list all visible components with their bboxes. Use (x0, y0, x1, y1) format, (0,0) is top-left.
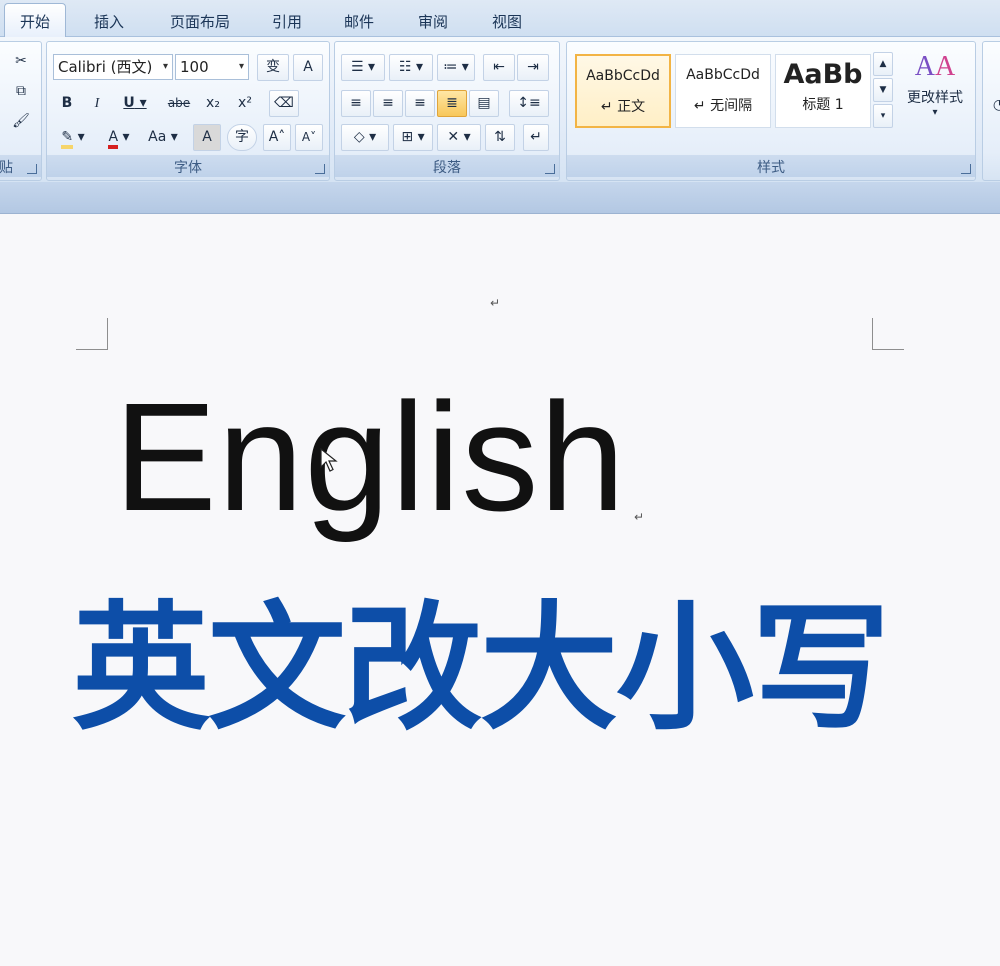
strikethrough-button[interactable]: abe (163, 90, 195, 117)
style-no-spacing-name: ↵ 无间隔 (693, 98, 753, 114)
tab-mailings[interactable]: 邮件 (334, 8, 384, 36)
crop-mark-top-left (76, 318, 108, 350)
highlighter-icon: ✎ (61, 129, 74, 149)
change-case-button[interactable]: Aa ▾ (143, 124, 183, 151)
document-english-text[interactable]: English (114, 380, 626, 534)
character-border-button[interactable]: A (293, 54, 323, 81)
align-left-button[interactable]: ≡ (341, 90, 371, 117)
styles-more-icon[interactable]: ▾ (873, 104, 893, 128)
change-styles-label: 更改样式 (907, 90, 963, 106)
ribbon: ✂ ⧉ 🖌 贴 Calibri (西文) ▾ 100 ▾ 变 A B I U ▾… (0, 37, 1000, 182)
font-size-value: 100 (180, 58, 209, 76)
copy-icon[interactable]: ⧉ (9, 78, 33, 105)
justify-button[interactable]: ≣ (437, 90, 467, 117)
shrink-font-button[interactable]: A˅ (295, 124, 323, 151)
distributed-button[interactable]: ▤ (469, 90, 499, 117)
chevron-down-icon: ▾ (932, 107, 938, 118)
enclose-characters-button[interactable]: 字 (227, 124, 257, 151)
paragraph-mark-icon: ↵ (634, 510, 645, 524)
style-normal-label: 正文 (617, 99, 646, 115)
bold-button[interactable]: B (55, 90, 79, 117)
underline-button[interactable]: U ▾ (115, 90, 155, 117)
style-no-spacing-label: 无间隔 (710, 98, 753, 114)
change-styles-icon: AA (914, 51, 956, 82)
subscript-button[interactable]: x₂ (199, 90, 227, 117)
superscript-button[interactable]: x² (231, 90, 259, 117)
font-size-dropdown[interactable]: 100 ▾ (175, 54, 249, 80)
bullets-button[interactable]: ☰ ▾ (341, 54, 385, 81)
style-heading-1-name: 标题 1 (802, 97, 844, 113)
character-shading-button[interactable]: A (193, 124, 221, 151)
cut-icon[interactable]: ✂ (9, 48, 33, 75)
italic-button[interactable]: I (85, 90, 109, 117)
change-styles-button[interactable]: AA 更改样式 ▾ (899, 50, 971, 140)
headline-overlay-text: 英文改大小写 (72, 588, 890, 749)
decrease-indent-button[interactable]: ⇤ (483, 54, 515, 81)
change-case-label: Aa (148, 129, 167, 145)
tab-review[interactable]: 审阅 (408, 8, 458, 36)
style-normal-name: ↵ 正文 (600, 99, 646, 115)
style-normal[interactable]: AaBbCcDd ↵ 正文 (575, 54, 671, 128)
ribbon-bottom-strip (0, 182, 1000, 214)
paragraph-mark-icon: ↵ (490, 296, 501, 310)
font-group: Calibri (西文) ▾ 100 ▾ 变 A B I U ▾ abe x₂ … (46, 41, 330, 181)
styles-group: AaBbCcDd ↵ 正文 AaBbCcDd ↵ 无间隔 AaBb 标题 1 ▲… (566, 41, 976, 181)
paragraph-group-label: 段落 (335, 155, 559, 177)
style-heading-1-sample: AaBb (783, 59, 863, 90)
mouse-cursor-icon (320, 448, 338, 472)
tab-view[interactable]: 视图 (482, 8, 532, 36)
clipboard-group: ✂ ⧉ 🖌 贴 (0, 41, 42, 181)
shrink-font-label: A (301, 130, 311, 144)
font-launcher-icon[interactable] (315, 164, 325, 174)
align-right-button[interactable]: ≡ (405, 90, 435, 117)
tab-insert[interactable]: 插入 (84, 8, 134, 36)
styles-scroll-down-icon[interactable]: ▼ (873, 78, 893, 102)
grow-font-label: A (268, 129, 279, 145)
font-name-dropdown[interactable]: Calibri (西文) ▾ (53, 54, 173, 80)
styles-group-label: 样式 (567, 155, 975, 177)
format-painter-icon[interactable]: 🖌 (9, 108, 33, 135)
style-no-spacing[interactable]: AaBbCcDd ↵ 无间隔 (675, 54, 771, 128)
phonetic-guide-button[interactable]: 变 (257, 54, 289, 81)
styles-launcher-icon[interactable] (961, 164, 971, 174)
align-center-button[interactable]: ≡ (373, 90, 403, 117)
clipboard-launcher-icon[interactable] (27, 164, 37, 174)
text-highlight-button[interactable]: ✎ ▾ (53, 124, 93, 151)
underline-label: U (123, 95, 135, 111)
tab-references[interactable]: 引用 (262, 8, 312, 36)
grow-font-button[interactable]: A˄ (263, 124, 291, 151)
font-name-value: Calibri (西文) (58, 58, 153, 76)
chevron-down-icon: ▾ (238, 61, 244, 72)
style-normal-sample: AaBbCcDd (586, 68, 660, 84)
borders-button[interactable]: ⊞ ▾ (393, 124, 433, 151)
paragraph-group: ☰ ▾ ☷ ▾ ≔ ▾ ⇤ ⇥ ≡ ≡ ≡ ≣ ▤ ↕≡ ◇ ▾ ⊞ ▾ ✕ ▾… (334, 41, 560, 181)
find-icon[interactable]: ◔ (989, 92, 1000, 119)
chevron-down-icon: ▾ (162, 61, 168, 72)
styles-scroll-up-icon[interactable]: ▲ (873, 52, 893, 76)
tab-home[interactable]: 开始 (4, 3, 66, 37)
tab-page-layout[interactable]: 页面布局 (160, 8, 240, 36)
ribbon-tab-bar: 开始 插入 页面布局 引用 邮件 审阅 视图 (0, 0, 1000, 37)
numbering-button[interactable]: ☷ ▾ (389, 54, 433, 81)
chinese-layout-button[interactable]: ✕ ▾ (437, 124, 481, 151)
font-color-button[interactable]: A ▾ (99, 124, 139, 151)
shading-button[interactable]: ◇ ▾ (341, 124, 389, 151)
show-marks-button[interactable]: ↵ (523, 124, 549, 151)
sort-button[interactable]: ⇅ (485, 124, 515, 151)
style-no-spacing-sample: AaBbCcDd (686, 67, 760, 83)
style-heading-1[interactable]: AaBb 标题 1 (775, 54, 871, 128)
clear-formatting-button[interactable]: ⌫ (269, 90, 299, 117)
increase-indent-button[interactable]: ⇥ (517, 54, 549, 81)
font-color-icon: A (108, 129, 119, 149)
font-group-label: 字体 (47, 155, 329, 177)
editing-group: ◔ (982, 41, 1000, 181)
line-spacing-button[interactable]: ↕≡ (509, 90, 549, 117)
paragraph-launcher-icon[interactable] (545, 164, 555, 174)
multilevel-list-button[interactable]: ≔ ▾ (437, 54, 475, 81)
crop-mark-top-right (872, 318, 904, 350)
